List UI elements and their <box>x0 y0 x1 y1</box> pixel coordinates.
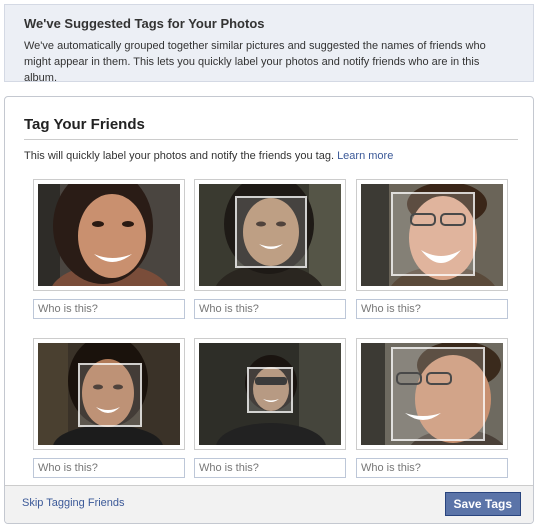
photo-frame <box>194 338 346 450</box>
photo-frame <box>356 338 508 450</box>
photo-card <box>33 179 185 319</box>
photo-card <box>356 179 508 319</box>
suggestion-notice: We've Suggested Tags for Your Photos We'… <box>4 4 534 84</box>
who-is-this-input[interactable] <box>194 458 346 478</box>
face-photo[interactable] <box>38 184 180 286</box>
face-photo[interactable] <box>361 184 503 286</box>
photo-frame <box>356 179 508 291</box>
dialog-footer: Skip Tagging Friends Save Tags <box>5 485 533 523</box>
face-photo[interactable] <box>199 343 341 445</box>
who-is-this-input[interactable] <box>194 299 346 319</box>
face-photo[interactable] <box>361 343 503 445</box>
who-is-this-input[interactable] <box>356 299 508 319</box>
photo-frame <box>33 338 185 450</box>
photo-card <box>33 338 185 478</box>
photo-card <box>356 338 508 478</box>
tag-friends-dialog: Tag Your Friends This will quickly label… <box>4 96 534 524</box>
photo-card <box>194 338 346 478</box>
notice-title: We've Suggested Tags for Your Photos <box>24 16 265 31</box>
face-detection-box <box>78 363 142 427</box>
photo-frame <box>194 179 346 291</box>
notice-text: We've automatically grouped together sim… <box>24 40 486 84</box>
face-detection-box <box>235 196 307 268</box>
photo-card <box>194 179 346 319</box>
skip-tagging-link[interactable]: Skip Tagging Friends <box>22 497 125 509</box>
face-photo[interactable] <box>199 184 341 286</box>
dialog-title: Tag Your Friends <box>24 116 518 140</box>
save-tags-button[interactable]: Save Tags <box>444 492 521 516</box>
face-photo[interactable] <box>38 343 180 445</box>
who-is-this-input[interactable] <box>33 458 185 478</box>
face-detection-box <box>247 367 293 413</box>
intro-text: This will quickly label your photos and … <box>24 150 334 162</box>
photo-frame <box>33 179 185 291</box>
face-detection-box <box>391 347 485 441</box>
who-is-this-input[interactable] <box>33 299 185 319</box>
face-detection-box <box>391 192 475 276</box>
dialog-intro: This will quickly label your photos and … <box>24 150 393 162</box>
who-is-this-input[interactable] <box>356 458 508 478</box>
learn-more-link[interactable]: Learn more <box>337 150 393 162</box>
